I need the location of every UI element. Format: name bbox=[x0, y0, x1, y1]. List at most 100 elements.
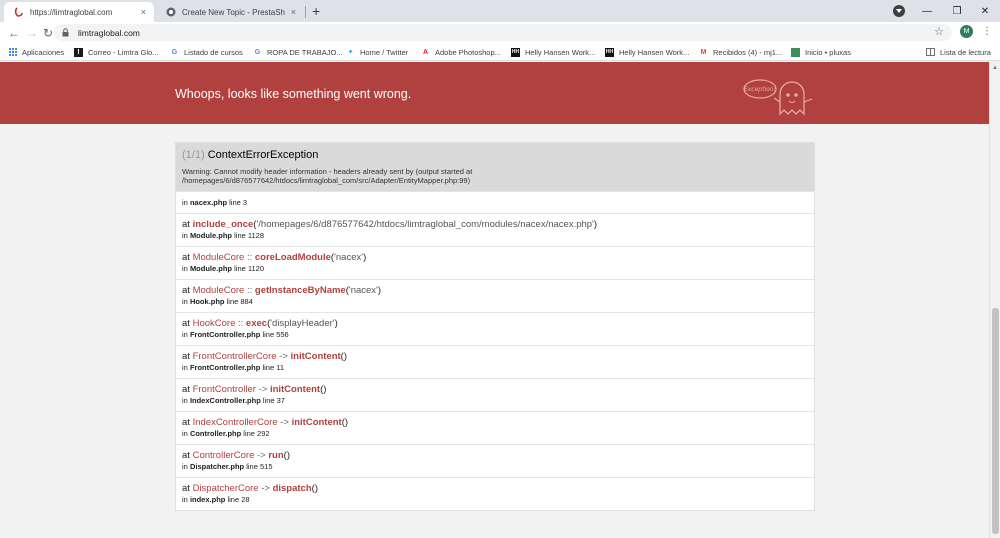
trace-at: at bbox=[182, 384, 190, 395]
trace-separator: -> bbox=[258, 384, 268, 395]
bookmark-ropa-trabajo[interactable]: G ROPA DE TRABAJO... bbox=[253, 46, 343, 58]
bookmark-label: Aplicaciones bbox=[22, 47, 65, 57]
bookmark-correo[interactable]: I Correo - Limtra Glo... bbox=[74, 46, 158, 58]
close-window-button[interactable]: ✕ bbox=[968, 0, 1000, 22]
bookmark-twitter[interactable]: ✦ Home / Twitter bbox=[346, 46, 409, 58]
trace-paren-close: ) bbox=[323, 384, 327, 395]
location-prefix: in bbox=[182, 396, 188, 405]
trace-line: line 292 bbox=[243, 429, 270, 438]
trace-call: at HookCore :: exec('displayHeader') bbox=[182, 318, 808, 330]
trace-file: Dispatcher.php bbox=[189, 462, 245, 471]
trace-file: FrontController.php bbox=[189, 330, 261, 339]
tab-search-icon[interactable] bbox=[893, 5, 905, 17]
trace-argument: 'displayHeader' bbox=[270, 318, 335, 329]
bookmark-aplicaciones[interactable]: Aplicaciones bbox=[8, 46, 64, 58]
adobe-icon: A bbox=[422, 48, 429, 56]
hh-icon: HH bbox=[605, 47, 614, 57]
lock-icon bbox=[62, 28, 70, 38]
location-prefix: in bbox=[182, 462, 188, 471]
trace-file: index.php bbox=[189, 495, 226, 504]
bookmark-label: Helly Hansen Work... bbox=[619, 47, 690, 57]
google-icon: G bbox=[254, 48, 261, 56]
bookmark-label: Home / Twitter bbox=[360, 47, 409, 57]
trace-line: line 556 bbox=[262, 330, 289, 339]
address-bar[interactable]: limtraglobal.com ☆ bbox=[54, 24, 952, 41]
trace-row: at HookCore :: exec('displayHeader') in F… bbox=[176, 312, 814, 345]
profile-avatar[interactable]: M bbox=[960, 25, 973, 38]
bookmark-adobe[interactable]: A Adobe Photoshop... bbox=[421, 46, 501, 58]
trace-argument: 'nacex' bbox=[348, 285, 378, 296]
trace-separator: :: bbox=[246, 285, 253, 296]
trace-row: at DispatcherCore -> dispatch() in index.… bbox=[176, 477, 814, 510]
trace-paren-close: ) bbox=[344, 417, 349, 428]
trace-file: FrontController.php bbox=[189, 363, 261, 372]
google-icon: G bbox=[171, 48, 178, 56]
trace-function: run bbox=[268, 450, 284, 461]
browser-menu-icon[interactable]: ⋮ bbox=[982, 25, 992, 38]
trace-location: in FrontController.php line 11 bbox=[182, 363, 808, 373]
trace-location: in nacex.php line 3 bbox=[182, 198, 808, 208]
scroll-up-arrow-icon[interactable]: ▲ bbox=[992, 65, 998, 71]
location-prefix: in bbox=[182, 363, 188, 372]
trace-call: at IndexControllerCore -> initContent() bbox=[182, 417, 808, 429]
bookmark-pluxas[interactable]: Inicio • pluxas bbox=[791, 46, 851, 58]
minimize-button[interactable]: — bbox=[910, 0, 944, 22]
trace-at: at bbox=[182, 483, 190, 494]
tab-separator bbox=[305, 6, 306, 18]
twitter-icon: ✦ bbox=[347, 49, 354, 56]
reading-list[interactable]: Lista de lectura bbox=[926, 46, 991, 58]
trace-paren-close: ) bbox=[286, 450, 291, 461]
trace-function: dispatch bbox=[272, 483, 312, 494]
tab-prestashop[interactable]: Create New Topic - PrestaShop F × bbox=[156, 2, 304, 22]
bookmark-gmail[interactable]: M Recibidos (4) - mj1... bbox=[699, 46, 783, 58]
trace-class: FrontController bbox=[192, 384, 256, 395]
forward-button[interactable]: → bbox=[24, 25, 40, 41]
trace-separator: :: bbox=[246, 252, 253, 263]
location-prefix: in bbox=[182, 231, 188, 240]
trace-separator: -> bbox=[280, 417, 289, 428]
site-favicon-icon bbox=[14, 7, 24, 17]
reading-list-icon bbox=[926, 47, 935, 57]
back-button[interactable]: ← bbox=[6, 25, 22, 41]
banner-title: Whoops, looks like something went wrong. bbox=[175, 87, 412, 101]
tab-strip: https://limtraglobal.com × Create New To… bbox=[0, 0, 1000, 22]
close-tab-icon[interactable]: × bbox=[141, 7, 146, 17]
scrollbar-thumb[interactable] bbox=[992, 308, 999, 534]
bookmark-helly-hansen-2[interactable]: HH Helly Hansen Work... bbox=[605, 46, 689, 58]
trace-call: at ControllerCore -> run() bbox=[182, 450, 808, 462]
page-icon bbox=[791, 47, 800, 57]
new-tab-button[interactable]: + bbox=[312, 3, 320, 19]
exception-name: ContextErrorException bbox=[207, 149, 319, 161]
trace-file: IndexController.php bbox=[189, 396, 261, 405]
trace-location: in index.php line 28 bbox=[182, 495, 808, 505]
apps-grid-icon bbox=[8, 48, 17, 57]
exception-count: (1/1) bbox=[182, 149, 205, 161]
trace-paren-close: ) bbox=[334, 318, 338, 329]
trace-paren-close: ) bbox=[343, 351, 348, 362]
bookmark-helly-hansen-1[interactable]: HH Helly Hansen Work... bbox=[511, 46, 595, 58]
trace-function: initContent bbox=[290, 351, 341, 362]
trace-location: in Hook.php line 884 bbox=[182, 297, 808, 307]
url-text: limtraglobal.com bbox=[78, 27, 140, 38]
bookmark-listado-cursos[interactable]: G Listado de cursos bbox=[170, 46, 243, 58]
trace-call: at FrontController -> initContent() bbox=[182, 384, 808, 396]
trace-row: at ControllerCore -> run() in Dispatcher.… bbox=[176, 444, 814, 477]
location-prefix: in bbox=[182, 429, 188, 438]
trace-class: FrontControllerCore bbox=[192, 351, 277, 362]
bookmark-star-icon[interactable]: ☆ bbox=[934, 25, 944, 38]
trace-paren-close: ) bbox=[377, 285, 382, 296]
bookmark-label: Recibidos (4) - mj1... bbox=[713, 47, 783, 57]
browser-toolbar: ← → ↻ limtraglobal.com ☆ bbox=[0, 22, 1000, 43]
tab-limtraglobal[interactable]: https://limtraglobal.com × bbox=[4, 2, 154, 22]
trace-paren-close: ) bbox=[363, 252, 367, 263]
trace-line: line 28 bbox=[227, 495, 250, 504]
bookmark-label: ROPA DE TRABAJO... bbox=[267, 47, 343, 57]
prestashop-favicon-icon bbox=[166, 7, 176, 17]
trace-line: line 37 bbox=[262, 396, 285, 405]
exception-message-line: Warning: Cannot modify header informatio… bbox=[182, 167, 473, 176]
page-scrollbar[interactable]: ▲ bbox=[989, 62, 1000, 538]
trace-class: ModuleCore bbox=[192, 285, 245, 296]
svg-text:Exception!: Exception! bbox=[744, 86, 776, 93]
trace-argument: 'nacex' bbox=[334, 252, 364, 263]
close-tab-icon[interactable]: × bbox=[291, 7, 296, 17]
